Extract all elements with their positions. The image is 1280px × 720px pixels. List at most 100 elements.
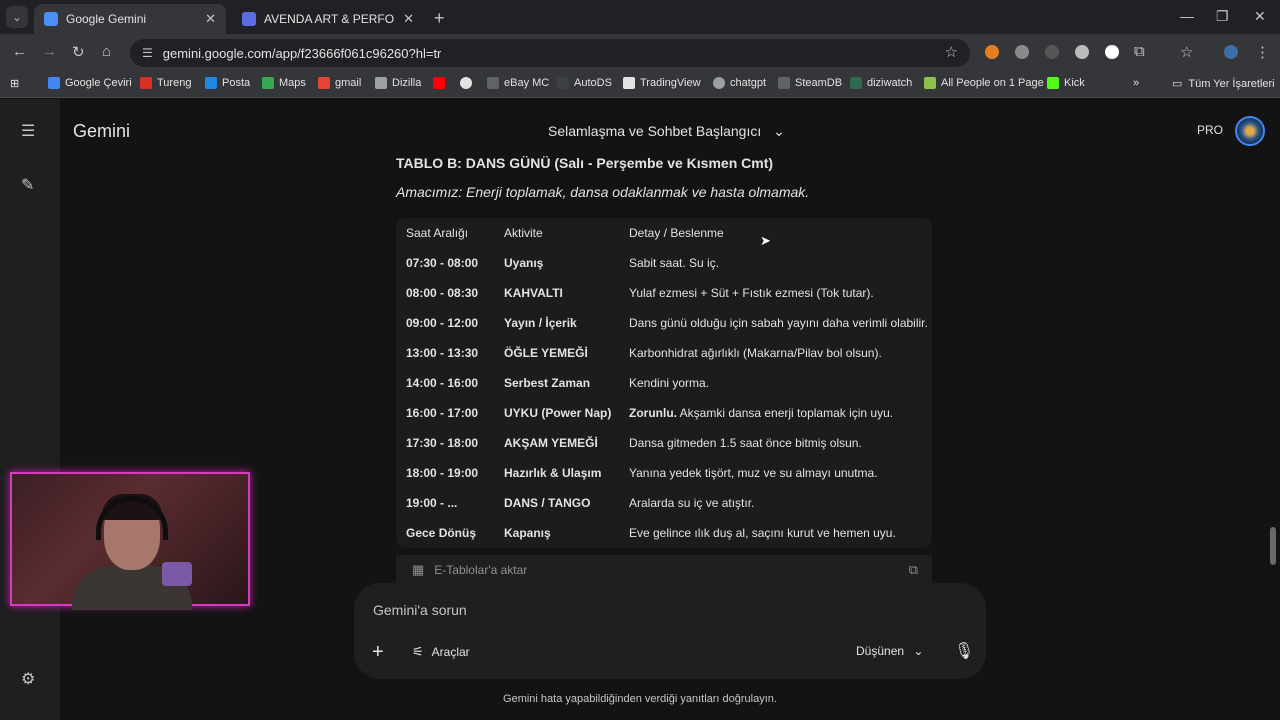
bookmark-item[interactable]: Tureng [140,77,191,89]
table-row: 18:00 - 19:00 Hazırlık & Ulaşım Yanına y… [396,458,932,488]
extension-icon[interactable] [1105,45,1119,59]
close-icon[interactable]: ✕ [403,11,414,27]
back-icon[interactable]: ← [12,43,27,60]
time-cell: 07:30 - 08:00 [406,256,479,270]
site-info-icon[interactable]: ☰ [142,46,153,60]
bookmark-label: All People on 1 Page [941,77,1044,89]
extensions-puzzle-icon[interactable]: ⧉ [1134,43,1145,60]
tools-label: Araçlar [431,645,470,659]
chat-title-dropdown[interactable]: Selamlaşma ve Sohbet Başlangıcı ⌄ [548,123,785,140]
chevron-down-icon: ⌄ [913,644,924,658]
dizilla-icon [375,77,387,89]
browser-menu-icon[interactable]: ⋮ [1255,43,1270,61]
bookmark-label: diziwatch [867,77,913,89]
schedule-table: Saat Aralığı Aktivite Detay / Beslenme 0… [396,218,932,548]
detail-cell: Karbonhidrat ağırlıklı (Makarna/Pilav bo… [629,346,882,360]
add-attachment-icon[interactable]: + [372,641,384,664]
bookmark-item[interactable]: Posta [205,77,250,89]
youtube-bookmark[interactable] [433,77,450,89]
chat-title: Selamlaşma ve Sohbet Başlangıcı [548,123,762,139]
bookmark-item[interactable]: Kick [1047,77,1085,89]
table-row: 17:30 - 18:00 AKŞAM YEMEĞİ Dansa gitmede… [396,428,932,458]
tab-avenda[interactable]: AVENDA ART & PERFORMANCE ✕ [232,4,424,34]
tools-sliders-icon: ⚟ [412,644,424,659]
table-row: 14:00 - 16:00 Serbest Zaman Kendini yorm… [396,368,932,398]
activity-cell: AKŞAM YEMEĞİ [504,436,598,450]
extension-icon[interactable] [1015,45,1029,59]
shield-icon[interactable] [1075,45,1089,59]
bookmark-item[interactable]: chatgpt [713,77,766,89]
export-to-sheets-button[interactable]: E-Tablolar'a aktar [434,563,527,577]
bookmark-item[interactable]: eBay MC [487,77,549,89]
bookmark-label: gmail [335,77,362,89]
gemini-brand[interactable]: Gemini [73,121,130,142]
new-tab-button[interactable]: + [434,8,445,29]
menu-icon[interactable]: ☰ [21,121,35,141]
forward-icon[interactable]: → [42,43,57,60]
tab-google-gemini[interactable]: Google Gemini ✕ [34,4,226,34]
avatar[interactable] [1235,116,1265,146]
bookmark-item[interactable]: AutoDS [557,77,612,89]
bookmark-item[interactable]: TradingView [623,77,701,89]
chatgpt-icon [713,77,725,89]
model-mode-dropdown[interactable]: Düşünen ⌄ [856,644,923,658]
pro-badge: PRO [1197,123,1224,137]
time-cell: 16:00 - 17:00 [406,406,479,420]
column-header: Aktivite [504,226,543,240]
activity-cell: Serbest Zaman [504,376,591,390]
tab-title: Google Gemini [66,12,147,26]
extension-icon[interactable] [985,45,999,59]
browser-tab-strip: ⌄ Google Gemini ✕ AVENDA ART & PERFORMAN… [0,0,1280,34]
activity-cell: UYKU (Power Nap) [504,406,612,420]
bookmarks-bar: ⊞ Google Çeviri Tureng Posta Maps gmail … [0,72,1280,98]
bookmark-item[interactable]: Google Çeviri [48,77,132,89]
microphone-icon[interactable]: 🎙 [954,641,974,661]
bookmark-item[interactable]: SteamDB [778,77,842,89]
tureng-icon [140,77,152,89]
url-text: gemini.google.com/app/f23666f061c96260?h… [162,45,442,61]
browser-toolbar: ← → ↻ ⌂ ☰ gemini.google.com/app/f23666f0… [0,34,1280,72]
all-bookmarks-folder[interactable]: ▭ Tüm Yer İşaretleri [1172,77,1275,91]
minimize-button[interactable]: — [1180,8,1194,24]
table-row: 07:30 - 08:00 Uyanış Sabit saat. Su iç. [396,248,932,278]
restore-button[interactable]: ❐ [1216,8,1229,25]
tab-search-button[interactable]: ⌄ [6,6,28,28]
activity-cell: KAHVALTI [504,286,563,300]
profile-avatar[interactable] [1224,45,1238,59]
apps-grid-icon[interactable]: ⊞ [10,77,19,90]
autods-icon [557,77,569,89]
bookmark-item[interactable]: Maps [262,77,306,89]
diziwatch-icon [850,77,862,89]
scrollbar[interactable] [1270,527,1276,565]
copy-icon[interactable]: ⧉ [909,562,918,578]
detail-cell: Kendini yorma. [629,376,710,390]
time-cell: 18:00 - 19:00 [406,466,479,480]
all-bookmarks-label: Tüm Yer İşaretleri [1188,77,1275,90]
address-bar[interactable]: ☰ gemini.google.com/app/f23666f061c96260… [130,39,970,67]
chatgpt-bookmark[interactable] [460,77,477,89]
tab-title: AVENDA ART & PERFORMANCE [264,12,395,26]
home-icon[interactable]: ⌂ [102,43,111,60]
bookmark-item[interactable]: diziwatch [850,77,912,89]
extension-icon[interactable] [1045,45,1059,59]
bookmark-item[interactable]: Dizilla [375,77,421,89]
table-row: 13:00 - 13:30 ÖĞLE YEMEĞİ Karbonhidrat a… [396,338,932,368]
tools-button[interactable]: ⚟ Araçlar [412,644,470,660]
table-row: 19:00 - ... DANS / TANGO Aralarda su iç … [396,488,932,518]
bookmark-item[interactable]: All People on 1 Page [924,77,1044,89]
bookmark-item[interactable]: gmail [318,77,361,89]
close-icon[interactable]: ✕ [205,11,216,27]
bookmark-star-icon[interactable]: ☆ [945,43,958,61]
webcam-device [162,562,192,586]
activity-cell: ÖĞLE YEMEĞİ [504,346,588,360]
new-chat-icon[interactable]: ✎ [21,175,34,195]
bookmark-label: AutoDS [574,77,612,89]
detail-cell: Eve gelince ılık duş al, saçını kurut ve… [629,526,896,540]
reading-list-icon[interactable]: ☆ [1180,43,1193,61]
prompt-input[interactable]: Gemini'a sorun [373,602,467,618]
translate-icon [48,77,60,89]
more-bookmarks-icon[interactable]: » [1133,77,1139,89]
reload-icon[interactable]: ↻ [72,43,85,61]
close-window-button[interactable]: ✕ [1254,8,1266,25]
settings-gear-icon[interactable]: ⚙ [21,669,35,689]
